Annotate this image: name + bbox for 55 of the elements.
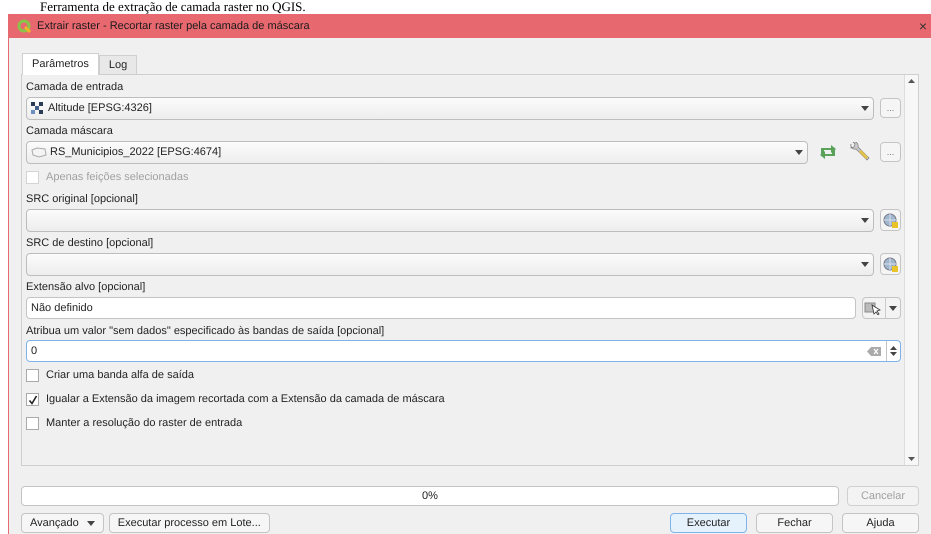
layer-name: RS_Municipios_2022 [EPSG:4674] [50,144,222,160]
globe-icon [883,256,898,272]
app-logo-icon [17,19,31,33]
raster-layer-icon [31,102,45,114]
checkbox-label: Manter a resolução do raster de entrada [46,416,242,432]
dialog-button[interactable]: Executar [670,513,747,533]
clear-icon[interactable] [867,346,881,356]
window-title: Extrair raster - Recortar raster pela camada de máscara [37,18,311,34]
progress-text: 0% [422,488,438,504]
tab[interactable]: Log [98,55,138,74]
crs-select-button[interactable] [880,209,901,231]
field-label: Camada máscara [26,124,114,139]
dropdown-caret-icon [861,218,869,222]
scroll-up-arrow-icon[interactable] [908,79,915,83]
checkbox-label: Criar uma banda alfa de saída [46,368,194,384]
dropdown-field[interactable] [26,208,874,232]
dialog-button[interactable]: Ajuda [842,513,919,533]
checkbox-label: Apenas feições selecionadas [46,170,188,186]
field-label: Extensão alvo [opcional] [26,280,146,295]
field-label: Camada de entrada [26,80,124,95]
browse-button[interactable]: ... [880,142,901,162]
action-button[interactable]: Executar processo em Lote... [108,513,270,533]
scrollbar[interactable] [904,75,918,465]
checkbox[interactable] [26,417,39,430]
action-button[interactable]: Avançado [21,513,104,533]
browse-button[interactable]: ... [880,98,901,118]
close-button[interactable]: × [915,19,931,33]
tab[interactable]: Parâmetros [22,53,99,75]
dropdown-caret-icon [86,520,95,526]
figure-caption: Ferramenta de extração de camada raster no QGIS. [39,0,307,14]
dropdown-field[interactable] [26,252,874,276]
dropdown-caret-icon [795,150,803,154]
polygon-layer-icon [31,146,47,158]
dropdown-field[interactable]: Altitude [EPSG:4326] [26,96,874,120]
refresh-icon[interactable] [818,143,838,161]
checkbox[interactable] [26,369,39,382]
wrench-icon[interactable] [848,142,870,162]
crs-select-button[interactable] [880,253,901,275]
field-label: Atribua um valor "sem dados" especificado às bandas de saída [opcional] [26,324,386,339]
dropdown-caret-icon [861,106,869,110]
field-label: SRC de destino [opcional] [26,236,154,251]
number-field[interactable]: 0 [26,340,901,362]
dialog-button[interactable]: Fechar [756,513,833,533]
layer-name: Altitude [EPSG:4326] [48,100,153,116]
dropdown-caret-icon [889,306,897,310]
dropdown-caret-icon [861,262,869,266]
checkbox-label: Igualar a Extensão da imagem recortada com a Extensão da camada de máscara [46,392,445,408]
spin-buttons[interactable] [886,341,900,361]
extent-select-button[interactable] [862,297,901,319]
extent-field[interactable]: Não definido [26,297,856,319]
dropdown-field[interactable]: RS_Municipios_2022 [EPSG:4674] [26,140,808,164]
checkbox[interactable] [26,393,39,406]
scroll-down-arrow-icon[interactable] [908,457,915,461]
field-label: SRC original [opcional] [26,192,139,207]
globe-icon [883,212,898,228]
